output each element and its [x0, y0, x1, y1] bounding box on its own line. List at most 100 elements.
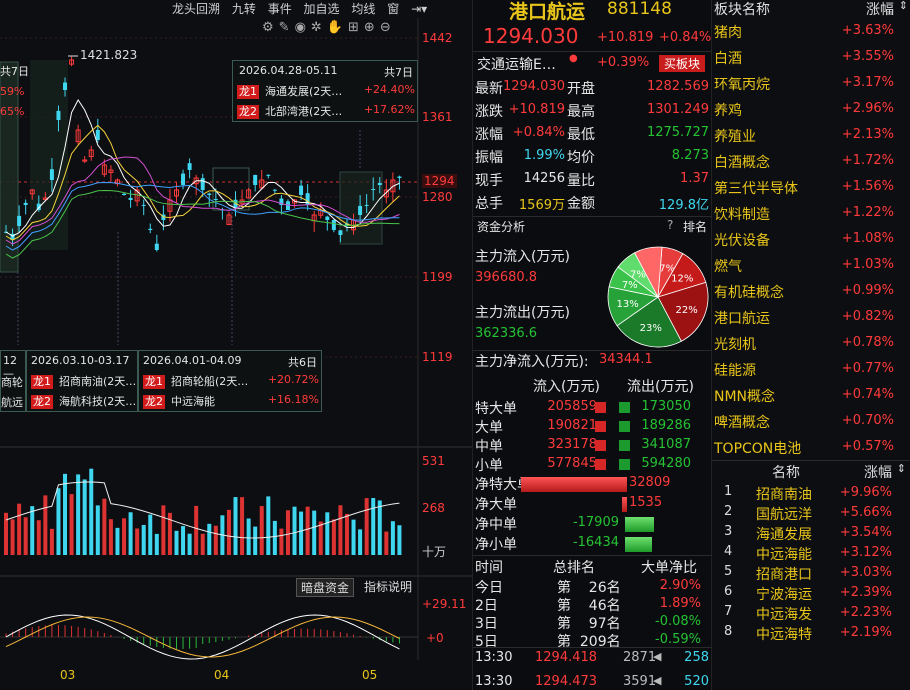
volume-bar: [128, 512, 133, 555]
sector-row[interactable]: 养殖业 +2.13%: [714, 126, 908, 150]
gear2-icon[interactable]: ✲: [311, 20, 327, 35]
stock-name[interactable]: 国航远洋: [756, 504, 812, 524]
dragon1-name[interactable]: 海通发展(2天…: [265, 85, 342, 98]
sector-name[interactable]: 猪肉: [714, 22, 742, 42]
stock-row[interactable]: 3 海通发展 +3.54%: [712, 524, 906, 544]
stock-name[interactable]: 招商南油: [756, 484, 812, 504]
stock-name[interactable]: 招商港口: [756, 564, 812, 584]
sector-row[interactable]: 白酒 +3.55%: [714, 48, 908, 72]
volume-bar: [108, 519, 113, 555]
stock-name[interactable]: 中远海能: [756, 544, 812, 564]
sector-row[interactable]: 环氧丙烷 +3.17%: [714, 74, 908, 98]
sector-name[interactable]: NMN概念: [714, 386, 775, 406]
rank-position: 第 46名: [557, 598, 621, 614]
sector-row[interactable]: 啤酒概念 +0.70%: [714, 412, 908, 436]
stock-row[interactable]: 5 招商港口 +3.03%: [712, 564, 906, 584]
sector-name[interactable]: 白酒: [714, 48, 742, 68]
dark-pool-button[interactable]: 暗盘资金: [296, 578, 355, 597]
dragon-popup-3[interactable]: 2026.04.01-04.09 共6日 龙1 招商轮船(2天… +20.72% 龙…: [138, 350, 322, 412]
stock-name[interactable]: 宁波海运: [756, 584, 812, 604]
toolbar-events[interactable]: 事件: [268, 2, 292, 16]
toolbar-nine-turn[interactable]: 九转: [232, 2, 256, 16]
stock-row[interactable]: 8 中远海特 +2.19%: [712, 624, 906, 644]
sector-name[interactable]: 白酒概念: [714, 152, 770, 172]
stock-row[interactable]: 2 国航远洋 +5.66%: [712, 504, 906, 524]
toolbar-ma[interactable]: 均线: [351, 2, 375, 16]
sector-name[interactable]: 环氧丙烷: [714, 74, 770, 94]
sector-name[interactable]: 第三代半导体: [714, 178, 798, 198]
stock-head-name[interactable]: 名称: [772, 462, 800, 482]
dragon2-name[interactable]: 北部湾港(2天…: [265, 105, 342, 118]
stock-row[interactable]: 6 宁波海运 +2.39%: [712, 584, 906, 604]
stock-row[interactable]: 7 中远海发 +2.23%: [712, 604, 906, 624]
candle-body: [364, 204, 369, 206]
parent-sector[interactable]: 交通运输E…: [477, 54, 556, 74]
sector-name[interactable]: 养鸡: [714, 100, 742, 120]
sector-name[interactable]: 养殖业: [714, 126, 756, 146]
sector-name[interactable]: 港口航运: [714, 308, 770, 328]
sector-name[interactable]: 硅能源: [714, 360, 756, 380]
pin-icon[interactable]: ⇥▾: [411, 2, 427, 16]
clipped-popup-left: 共7日 59% 65%: [0, 65, 29, 118]
volume-bar: [95, 505, 100, 555]
pen-icon[interactable]: ✎: [279, 20, 295, 35]
sector-row[interactable]: 港口航运 +0.82%: [714, 308, 908, 332]
stock-pct: +3.54%: [839, 525, 892, 540]
volume-bar: [10, 519, 15, 555]
toolbar-dragon-review[interactable]: 龙头回溯: [172, 2, 220, 16]
stock-name[interactable]: 海通发展: [756, 524, 812, 544]
stock-row[interactable]: 4 中远海能 +3.12%: [712, 544, 906, 564]
buy-sector-button[interactable]: 买板块: [659, 55, 706, 72]
dragon-popup-2[interactable]: 2026.03.10-03.17 龙1 招商南油(2天… 龙2 海航科技(2天…: [26, 350, 138, 412]
stock-name[interactable]: 中远海特: [756, 624, 812, 644]
zoom-in-icon[interactable]: ⊕: [364, 20, 380, 35]
sector-head-pct[interactable]: 涨幅: [866, 0, 894, 19]
sector-head-name[interactable]: 板块名称: [714, 0, 770, 19]
toolbar-window[interactable]: 窗: [387, 2, 399, 16]
sector-name[interactable]: 光伏设备: [714, 230, 770, 250]
sector-name[interactable]: TOPCON电池: [714, 438, 801, 458]
sort-icon-2[interactable]: ⇕: [897, 462, 906, 475]
sector-row[interactable]: 燃气 +1.03%: [714, 256, 908, 280]
grid-icon[interactable]: ⊞: [348, 20, 364, 35]
sector-row[interactable]: 硅能源 +0.77%: [714, 360, 908, 384]
toolbar-add-watch[interactable]: 加自选: [304, 2, 340, 16]
sector-row[interactable]: 光伏设备 +1.08%: [714, 230, 908, 254]
settings-icon[interactable]: ⚙: [262, 20, 279, 35]
sector-row[interactable]: 第三代半导体 +1.56%: [714, 178, 908, 202]
dot-icon: ●: [569, 53, 578, 64]
sector-name[interactable]: 光刻机: [714, 334, 756, 354]
sector-name[interactable]: 有机硅概念: [714, 282, 784, 302]
kline-chart-panel[interactable]: 龙头回溯 九转 事件 加自选 均线 窗 ⇥▾ ⚙✎◉✲✋⊞⊕⊖ 1421.823…: [0, 0, 472, 690]
eye-icon[interactable]: ◉: [295, 20, 311, 35]
stock-head-pct[interactable]: 涨幅: [864, 462, 892, 482]
fund-rank-link[interactable]: 排名: [683, 218, 707, 235]
fund-pie-chart: 7%12%22%23%13%7%7%: [607, 246, 709, 348]
sector-name[interactable]: 啤酒概念: [714, 412, 770, 432]
help-icon[interactable]: ?: [667, 218, 673, 232]
indicator-help-button[interactable]: 指标说明: [360, 578, 416, 595]
sector-pct: +3.63%: [841, 23, 894, 38]
sector-row[interactable]: NMN概念 +0.74%: [714, 386, 908, 410]
sector-row[interactable]: 猪肉 +3.63%: [714, 22, 908, 46]
dragon-popup-1[interactable]: 2026.04.28-05.11 共7日 龙1 海通发展(2天… +24.40% 龙…: [232, 60, 418, 122]
y-label-1361: 1361: [422, 110, 453, 124]
sector-name[interactable]: 饮料制造: [714, 204, 770, 224]
sector-name[interactable]: 燃气: [714, 256, 742, 276]
stock-name[interactable]: 中远海发: [756, 604, 812, 624]
sort-icon[interactable]: ⇕: [899, 0, 908, 12]
sector-row[interactable]: 白酒概念 +1.72%: [714, 152, 908, 176]
sector-row[interactable]: 饮料制造 +1.22%: [714, 204, 908, 228]
stock-row[interactable]: 1 招商南油 +9.96%: [712, 484, 906, 504]
dragon-popup-0[interactable]: 12— 商轮 航远: [0, 350, 26, 412]
sector-row[interactable]: 光刻机 +0.78%: [714, 334, 908, 358]
stock-pct: +9.96%: [839, 485, 892, 500]
sector-row[interactable]: 有机硅概念 +0.99%: [714, 282, 908, 306]
quote-label: 振幅: [475, 150, 503, 166]
volume-bar: [174, 530, 179, 555]
sector-row[interactable]: 养鸡 +2.96%: [714, 100, 908, 124]
hand-icon[interactable]: ✋: [327, 20, 348, 35]
candle-body: [253, 174, 258, 185]
sector-row[interactable]: TOPCON电池 +0.57%: [714, 438, 908, 462]
zoom-out-icon[interactable]: ⊖: [380, 20, 396, 35]
